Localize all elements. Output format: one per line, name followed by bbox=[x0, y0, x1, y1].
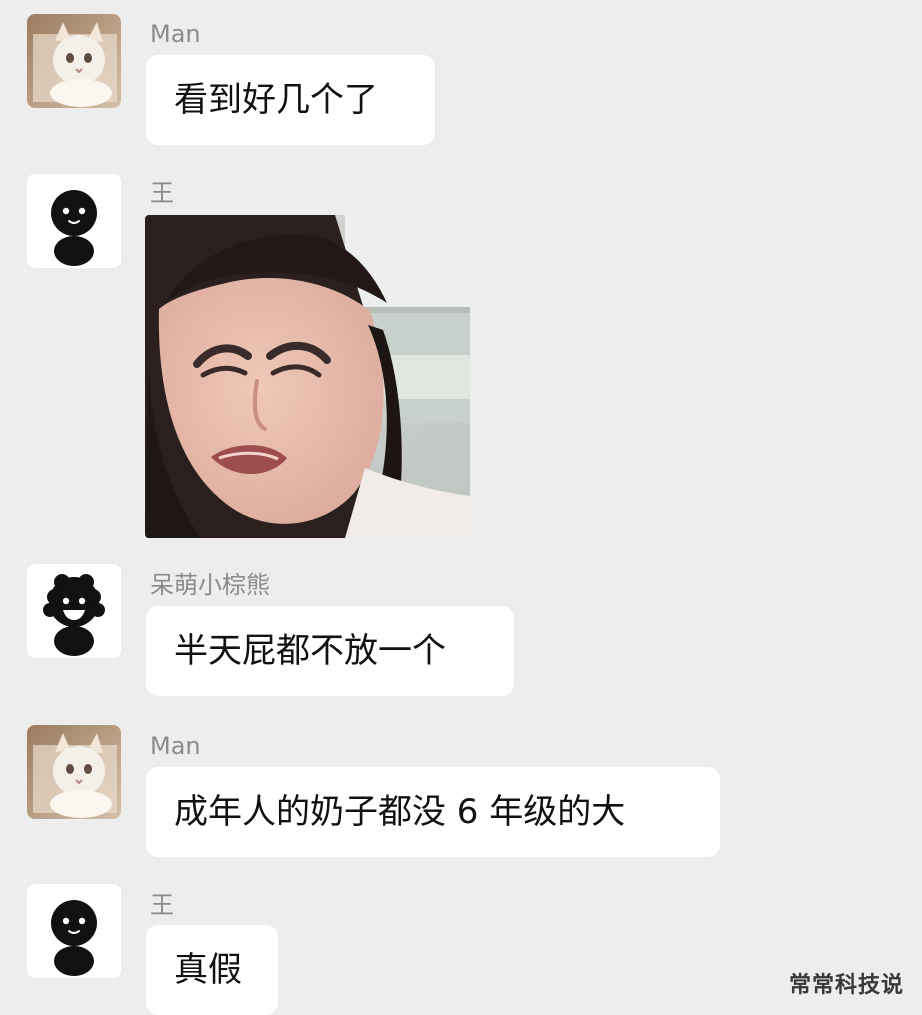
cat-avatar-icon bbox=[27, 725, 121, 819]
shared-image[interactable] bbox=[145, 215, 470, 538]
avatar-black-figure[interactable] bbox=[27, 174, 121, 268]
sender-name: Man bbox=[150, 20, 201, 48]
sender-name: 王 bbox=[150, 179, 174, 207]
watermark: 常常科技说 bbox=[788, 973, 904, 998]
avatar-black-figure[interactable] bbox=[27, 884, 121, 978]
avatar-black-figure-fuzzy[interactable] bbox=[27, 564, 121, 658]
message-bubble[interactable]: 成年人的奶子都没 6 年级的大 bbox=[146, 767, 720, 857]
sender-name: Man bbox=[150, 732, 201, 760]
chat-thread: Man 看到好几个了 王 呆萌小棕熊 半天屁都不放一个 Man 成年人的奶子都没… bbox=[0, 0, 922, 1015]
portrait-photo-icon bbox=[145, 215, 470, 538]
black-figure-avatar-icon bbox=[27, 884, 121, 978]
sender-name: 王 bbox=[150, 891, 174, 919]
sender-name: 呆萌小棕熊 bbox=[150, 571, 270, 599]
avatar-cat[interactable] bbox=[27, 725, 121, 819]
cat-avatar-icon bbox=[27, 14, 121, 108]
avatar-cat[interactable] bbox=[27, 14, 121, 108]
message-bubble[interactable]: 看到好几个了 bbox=[146, 55, 435, 145]
fuzzy-figure-avatar-icon bbox=[27, 564, 121, 658]
message-bubble[interactable]: 真假 bbox=[146, 925, 278, 1015]
message-bubble[interactable]: 半天屁都不放一个 bbox=[146, 606, 514, 696]
black-figure-avatar-icon bbox=[27, 174, 121, 268]
